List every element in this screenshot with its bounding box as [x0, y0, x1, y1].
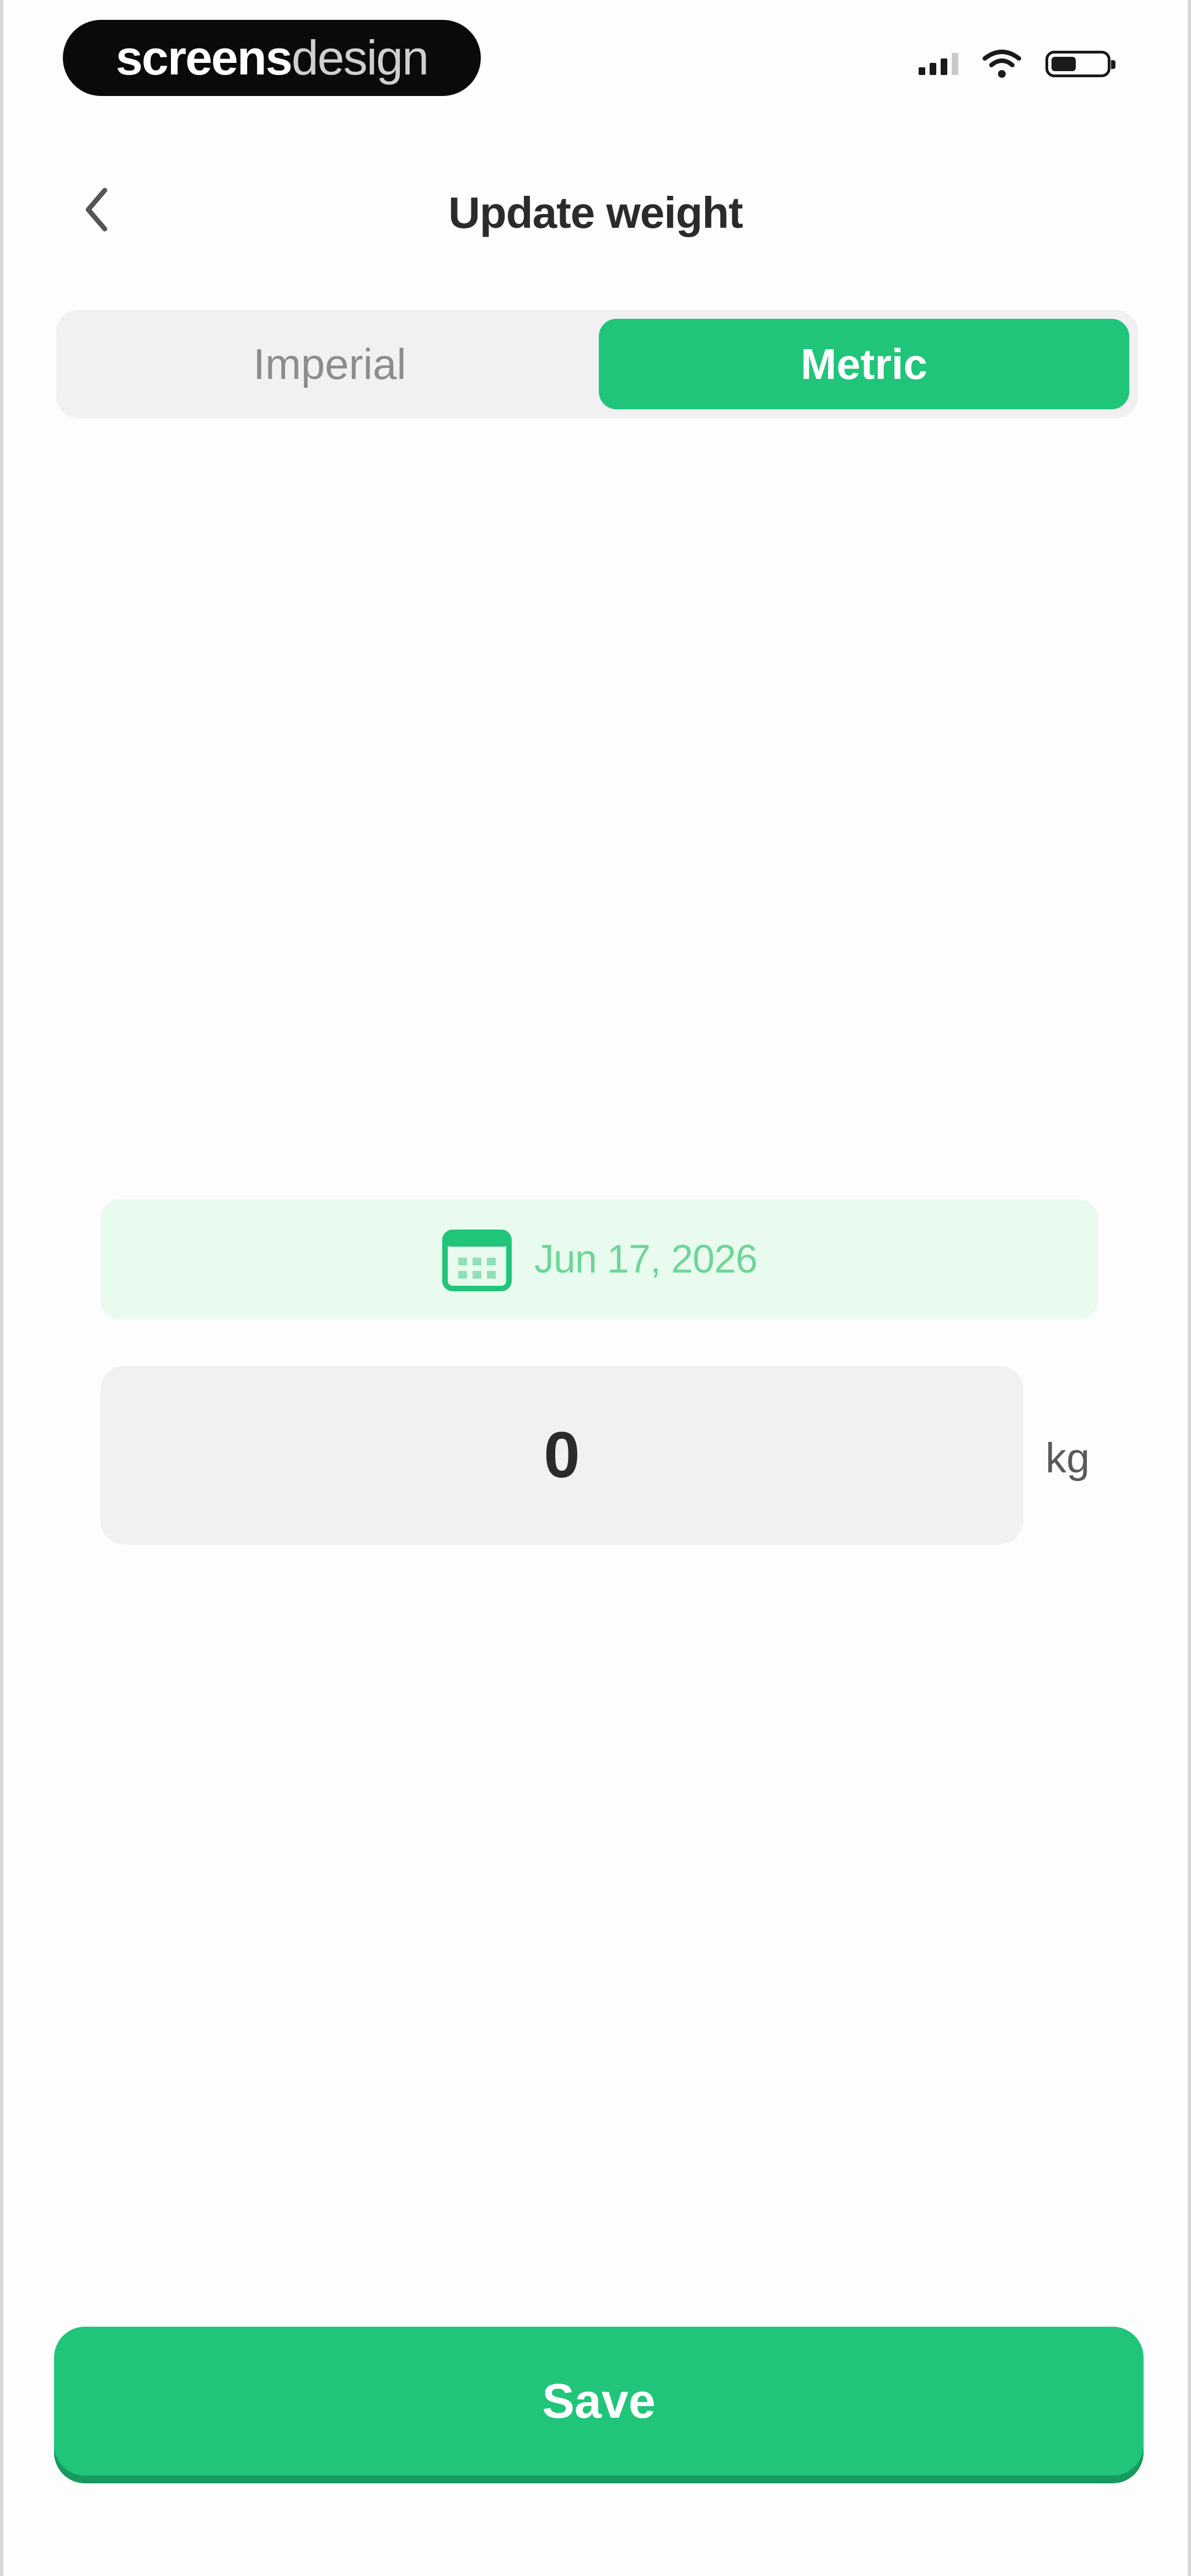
- update-weight-screen: screensdesign Update weight Imperial Met…: [0, 0, 1191, 2576]
- date-picker-button[interactable]: Jun 17, 2026: [100, 1199, 1098, 1319]
- status-bar: screensdesign: [3, 0, 1188, 121]
- calendar-icon: [442, 1230, 512, 1291]
- unit-option-imperial[interactable]: Imperial: [65, 319, 594, 409]
- brand-wordmark: screensdesign: [115, 30, 429, 85]
- save-button[interactable]: Save: [54, 2327, 1144, 2476]
- weight-input[interactable]: 0: [100, 1366, 1023, 1544]
- date-value: Jun 17, 2026: [534, 1237, 758, 1281]
- battery-icon: [1045, 51, 1115, 77]
- page-title: Update weight: [448, 188, 743, 237]
- status-icons: [919, 50, 1115, 78]
- header: Update weight: [3, 165, 1188, 254]
- save-button-label: Save: [542, 2374, 656, 2428]
- unit-option-metric[interactable]: Metric: [599, 319, 1129, 409]
- unit-toggle: Imperial Metric: [56, 310, 1138, 418]
- cellular-signal-icon: [919, 53, 958, 75]
- weight-value: 0: [544, 1419, 580, 1492]
- weight-unit-label: kg: [1045, 1435, 1090, 1482]
- wifi-icon: [983, 50, 1021, 78]
- brand-logo: screensdesign: [63, 20, 481, 96]
